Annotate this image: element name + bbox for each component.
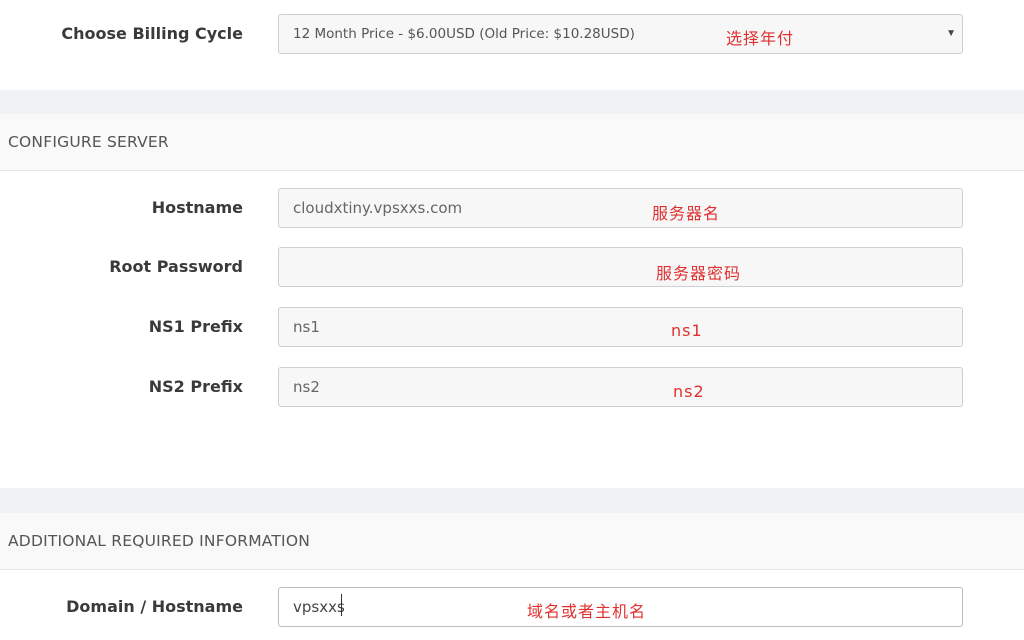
section-separator xyxy=(0,90,1024,114)
ns2-label: NS2 Prefix xyxy=(148,377,243,396)
ns1-annotation: ns1 xyxy=(671,321,703,340)
ns2-value: ns2 xyxy=(293,378,320,396)
hostname-value: cloudxtiny.vpsxxs.com xyxy=(293,199,463,217)
root-password-annotation: 服务器密码 xyxy=(656,264,742,283)
ns1-value: ns1 xyxy=(293,318,320,336)
text-cursor xyxy=(341,594,342,616)
domain-hostname-label: Domain / Hostname xyxy=(66,597,243,616)
domain-hostname-annotation: 域名或者主机名 xyxy=(527,602,647,621)
hostname-label: Hostname xyxy=(151,198,243,217)
billing-cycle-selected: 12 Month Price - $6.00USD (Old Price: $1… xyxy=(293,26,635,42)
hostname-field[interactable]: cloudxtiny.vpsxxs.com xyxy=(278,188,963,228)
billing-cycle-select[interactable]: 12 Month Price - $6.00USD (Old Price: $1… xyxy=(278,14,963,54)
additional-info-header: ADDITIONAL REQUIRED INFORMATION xyxy=(0,513,1024,570)
configure-server-header: CONFIGURE SERVER xyxy=(0,114,1024,171)
caret-down-icon: ▼ xyxy=(946,28,956,39)
root-password-field[interactable] xyxy=(278,247,963,287)
ns1-label: NS1 Prefix xyxy=(148,317,243,336)
billing-cycle-label: Choose Billing Cycle xyxy=(61,24,243,43)
domain-hostname-value: vpsxxs xyxy=(293,598,345,616)
ns2-field[interactable]: ns2 xyxy=(278,367,963,407)
additional-info-title: ADDITIONAL REQUIRED INFORMATION xyxy=(8,532,311,550)
billing-annotation: 选择年付 xyxy=(726,29,795,48)
ns1-field[interactable]: ns1 xyxy=(278,307,963,347)
ns2-annotation: ns2 xyxy=(673,382,705,401)
configure-server-title: CONFIGURE SERVER xyxy=(8,133,169,151)
root-password-label: Root Password xyxy=(109,257,243,276)
hostname-annotation: 服务器名 xyxy=(652,204,721,223)
section-separator xyxy=(0,488,1024,513)
